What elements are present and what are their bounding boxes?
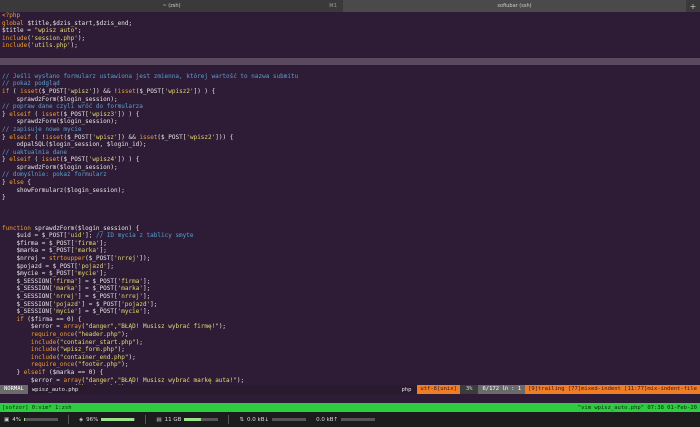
tab-label: ~ (zsh) [162, 3, 181, 9]
memory-value: 96% [86, 416, 99, 423]
vim-statusline: NORMAL wpisz_auto.php php utf-8[unix] 3%… [0, 385, 700, 394]
tmux-status-bar: [sofzor] 0:vim* 1:zsh "vim wpisz_auto.ph… [0, 403, 700, 412]
system-monitor-bar: ▣ 4% ◈ 96% ▤ 11 GB ⇅ 0.0 kB↓ 0.0 kB↑ [0, 412, 700, 427]
code-line[interactable]: // popraw dane czyli wróć do formularza [0, 103, 700, 111]
command-line[interactable] [0, 394, 700, 403]
disk-bar-fill [184, 418, 202, 421]
code-line[interactable]: sprawdzForm($login_session); [0, 164, 700, 172]
code-line[interactable]: $_SESSION['nrrej'] = $_POST['nrrej']; [0, 293, 700, 301]
memory-meter: ◈ 96% [78, 416, 136, 423]
tab-ssh[interactable]: sofiubar (ssh) [343, 0, 686, 12]
code-line[interactable]: $_SESSION['pojazd'] = $_POST['pojazd']; [0, 301, 700, 309]
cpu-bar-fill [23, 418, 26, 421]
terminal-tab-bar: ~ (zsh) ⌘1 sofiubar (ssh) + [0, 0, 700, 12]
memory-icon: ◈ [78, 416, 84, 423]
code-line[interactable]: // zapisuje nowe mycie [0, 126, 700, 134]
file-type: php [401, 386, 412, 393]
divider [67, 415, 69, 424]
disk-meter: ▤ 11 GB [156, 416, 219, 423]
code-line[interactable]: sprawdzForm($login_session); [0, 118, 700, 126]
code-line[interactable]: include("container_start.php"); [0, 339, 700, 347]
divider [228, 415, 230, 424]
mode-indicator: NORMAL [0, 385, 28, 394]
code-line[interactable]: $error = array("danger","BŁĄD! Musisz wy… [0, 377, 700, 385]
network-down-meter: ⇅ 0.0 kB↓ [239, 416, 307, 423]
code-line[interactable]: $_SESSION['mycie'] = $_POST['mycie']; [0, 308, 700, 316]
cpu-value: 4% [12, 416, 21, 423]
code-line[interactable]: $_SESSION['firma'] = $_POST['firma']; [0, 278, 700, 286]
code-line[interactable]: odpalSQL($login_session, $login_id); [0, 141, 700, 149]
code-line[interactable] [0, 209, 700, 217]
code-line[interactable]: <?php [0, 12, 700, 20]
code-line[interactable]: // uaktualnia dane [0, 149, 700, 157]
code-line[interactable]: $uid = $_POST['uid']; // ID mycia z tabl… [0, 232, 700, 240]
cursor-position: 6/172 ㏑ : 1 [478, 385, 526, 394]
network-up-meter: 0.0 kB↑ [316, 416, 376, 423]
code-line[interactable] [0, 202, 700, 210]
code-line[interactable]: $nrrej = strtoupper($_POST['nrrej']); [0, 255, 700, 263]
code-line[interactable]: // pokaż podgląd [0, 80, 700, 88]
network-down-value: 0.0 kB↓ [247, 416, 270, 423]
code-line[interactable]: } elseif ( !isset($_POST['wpisz']) && is… [0, 134, 700, 142]
code-line[interactable]: $marka = $_POST['marka']; [0, 247, 700, 255]
code-line[interactable]: $_SESSION['marka'] = $_POST['marka']; [0, 285, 700, 293]
code-line[interactable]: $mycie = $_POST['mycie']; [0, 270, 700, 278]
tab-label: sofiubar (ssh) [497, 3, 532, 9]
divider [145, 415, 147, 424]
scroll-percent: 3% [459, 385, 479, 394]
network-up-value: 0.0 kB↑ [316, 416, 339, 423]
network-icon: ⇅ [239, 416, 245, 423]
code-line[interactable] [0, 57, 700, 66]
tmux-status-right: "vim wpisz_auto.php" 07:38 01-Feb-20 [577, 404, 697, 411]
code-line[interactable]: include('session.php'); [0, 35, 700, 43]
code-line[interactable]: if ( isset($_POST['wpisz']) && !isset($_… [0, 88, 700, 96]
code-line[interactable]: include('utils.php'); [0, 42, 700, 50]
code-line[interactable]: $error = array("danger","BŁĄD! Musisz wy… [0, 323, 700, 331]
code-line[interactable]: } [0, 194, 700, 202]
code-line[interactable] [0, 217, 700, 225]
code-line[interactable]: sprawdzForm($login_session); [0, 96, 700, 104]
new-tab-icon[interactable]: + [686, 2, 700, 11]
code-editor[interactable]: <?php global $title,$dzis_start,$dzis_end… [0, 12, 700, 385]
code-line[interactable]: include("container_end.php"); [0, 354, 700, 362]
tab-shortcut: ⌘1 [328, 3, 337, 9]
code-line[interactable]: require_once("footer.php"); [0, 361, 700, 369]
disk-icon: ▤ [156, 416, 162, 423]
whitespace-warnings: [9]trailing [77]mixed-indent [11:77]mix-… [525, 385, 700, 394]
cpu-meter: ▣ 4% [4, 417, 58, 423]
code-line[interactable]: } elseif ( isset($_POST['wpisz3']) ) { [0, 111, 700, 119]
tab-zsh[interactable]: ~ (zsh) ⌘1 [0, 0, 343, 12]
tmux-windows: [sofzor] 0:vim* 1:zsh [2, 404, 72, 411]
code-line[interactable]: // Jeśli wysłano formularz ustawiona jes… [0, 73, 700, 81]
code-line[interactable]: $title = "wpisz auto"; [0, 27, 700, 35]
code-line[interactable]: global $title,$dzis_start,$dzis_end; [0, 20, 700, 28]
file-name: wpisz_auto.php [31, 386, 79, 393]
cpu-icon: ▣ [4, 416, 10, 423]
code-line[interactable]: // domyślnie: pokaż formularz [0, 171, 700, 179]
code-line[interactable]: } elseif ($marka == 0) { [0, 369, 700, 377]
code-line[interactable]: $pojazd = $_POST['pojazd']; [0, 263, 700, 271]
code-line[interactable]: require_once("header.php"); [0, 331, 700, 339]
code-line[interactable]: include("wpisz_form.php"); [0, 346, 700, 354]
code-line[interactable]: if ($firma == 0) { [0, 316, 700, 324]
code-line[interactable]: $firma = $_POST['firma']; [0, 240, 700, 248]
code-line[interactable]: } elseif ( isset($_POST['wpisz4']) ) { [0, 156, 700, 164]
memory-bar-fill [101, 418, 135, 421]
code-line[interactable] [0, 65, 700, 73]
code-line[interactable] [0, 50, 700, 58]
code-line[interactable]: showFormularz($login_session); [0, 187, 700, 195]
code-line[interactable]: } else { [0, 179, 700, 187]
disk-value: 11 GB [164, 416, 182, 423]
file-encoding: utf-8[unix] [417, 385, 460, 394]
code-line[interactable]: function sprawdzForm($login_session) { [0, 225, 700, 233]
